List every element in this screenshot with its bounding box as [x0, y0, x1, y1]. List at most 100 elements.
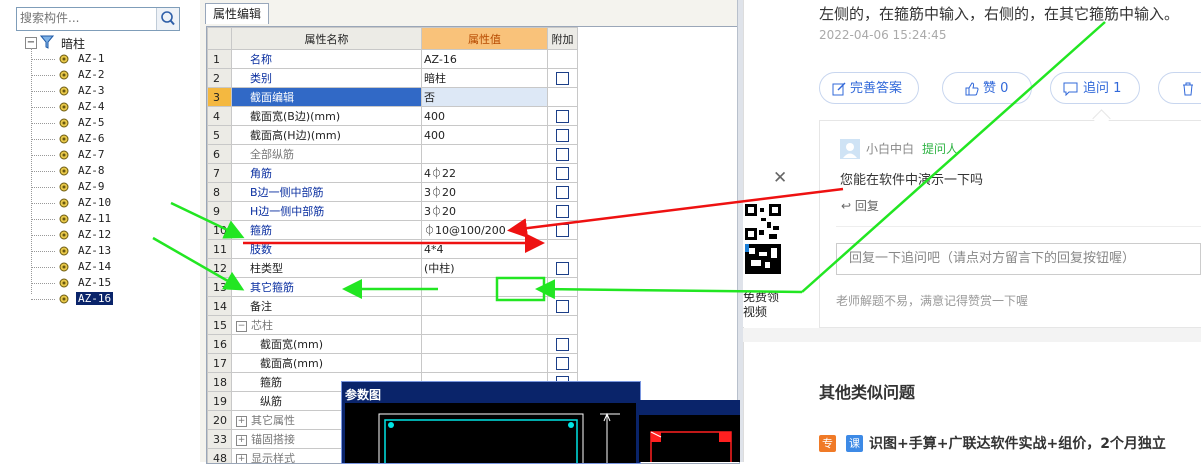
property-value[interactable] [421, 296, 548, 316]
extra-checkbox[interactable] [556, 299, 569, 313]
expand-toggle[interactable]: + [236, 453, 247, 463]
property-row[interactable]: 2 类别 暗柱 [207, 68, 578, 88]
reply-input[interactable]: 回复一下追问吧（请点对方留言下的回复按钮喔） [836, 243, 1201, 275]
search-icon [161, 11, 175, 26]
property-value[interactable]: 400 [421, 125, 548, 145]
property-row[interactable]: 12 柱类型 (中柱) [207, 258, 578, 278]
property-value[interactable]: ⏀10@100/200 [421, 220, 548, 240]
like-button[interactable]: 赞 0 [942, 72, 1032, 104]
property-row[interactable]: 3 截面编辑 否 [207, 87, 578, 107]
tree-item-label: AZ-14 [78, 260, 112, 273]
property-row[interactable]: 5 截面高(H边)(mm) 400 [207, 125, 578, 145]
search-button[interactable] [156, 8, 179, 30]
extra-checkbox[interactable] [556, 166, 569, 180]
tree-item[interactable]: AZ-10 [31, 195, 113, 211]
tree-branch-line [31, 91, 55, 92]
tree-item[interactable]: AZ-15 [31, 275, 113, 291]
search-input[interactable] [17, 8, 161, 28]
extra-checkbox[interactable] [556, 261, 569, 275]
property-name-label: 截面高(mm) [260, 357, 324, 370]
tree-item[interactable]: AZ-2 [31, 67, 107, 83]
tree-item[interactable]: AZ-12 [31, 227, 113, 243]
property-row[interactable]: 1 名称 AZ-16 [207, 49, 578, 69]
extra-checkbox[interactable] [556, 204, 569, 218]
tree-item[interactable]: AZ-11 [31, 211, 113, 227]
component-tree-panel: − 暗柱 AZ-1AZ-2AZ-3AZ-4AZ-5AZ-6AZ-7AZ-8AZ-… [0, 0, 201, 462]
comment-user[interactable]: 小白中白 [866, 140, 914, 157]
tree-item[interactable]: AZ-16 [31, 291, 114, 307]
property-name-label: 芯柱 [251, 319, 273, 332]
row-number: 9 [207, 201, 232, 221]
property-row[interactable]: 10 箍筋 ⏀10@100/200 [207, 220, 578, 240]
property-value[interactable] [421, 353, 548, 373]
extra-checkbox[interactable] [556, 71, 569, 85]
expand-toggle[interactable]: + [236, 415, 247, 427]
property-value[interactable]: (中柱) [421, 258, 548, 278]
tree-item[interactable]: AZ-4 [31, 99, 107, 115]
property-row[interactable]: 17 截面高(mm) [207, 353, 578, 373]
tree-item[interactable]: AZ-7 [31, 147, 107, 163]
followup-button[interactable]: 追问 1 [1050, 72, 1140, 104]
expand-toggle[interactable]: − [236, 320, 247, 332]
improve-answer-button[interactable]: 完善答案 [819, 72, 919, 104]
avatar-icon [843, 143, 857, 158]
tree-item[interactable]: AZ-8 [31, 163, 107, 179]
property-row[interactable]: 4 截面宽(B边)(mm) 400 [207, 106, 578, 126]
property-row[interactable]: 9 H边一侧中部筋 3⏀20 [207, 201, 578, 221]
qr-ad[interactable]: 免费领 视频 [743, 200, 787, 327]
property-value[interactable]: AZ-16 [421, 49, 548, 69]
tree-item[interactable]: AZ-3 [31, 83, 107, 99]
similar-question-link[interactable]: 识图+手算+广联达软件实战+组价，2个月独立 [869, 433, 1201, 453]
property-row[interactable]: 16 截面宽(mm) [207, 334, 578, 354]
property-value[interactable] [421, 277, 548, 297]
dialog-canvas [345, 403, 636, 466]
extra-checkbox[interactable] [556, 128, 569, 142]
tab-property-edit[interactable]: 属性编辑 [205, 3, 269, 24]
extra-checkbox[interactable] [556, 147, 569, 161]
property-value[interactable]: 3⏀20 [421, 182, 548, 202]
property-value[interactable] [421, 144, 548, 164]
tree-item[interactable]: AZ-6 [31, 131, 107, 147]
reply-link[interactable]: ↩ 回复 [841, 197, 879, 214]
extra-checkbox[interactable] [556, 223, 569, 237]
tree-item-label: AZ-16 [76, 292, 114, 305]
property-value[interactable]: 400 [421, 106, 548, 126]
expand-toggle[interactable]: + [236, 434, 247, 446]
property-name-label: 纵筋 [260, 395, 282, 408]
property-row[interactable]: 15− 芯柱 [207, 315, 578, 335]
property-row[interactable]: 7 角筋 4⏀22 [207, 163, 578, 183]
row-number: 10 [207, 220, 232, 240]
extra-checkbox[interactable] [556, 109, 569, 123]
close-icon[interactable]: ✕ [773, 168, 787, 188]
property-row[interactable]: 8 B边一侧中部筋 3⏀20 [207, 182, 578, 202]
second-diagram [639, 400, 740, 466]
delete-button[interactable] [1158, 72, 1201, 104]
property-row[interactable]: 6 全部纵筋 [207, 144, 578, 164]
tree-branch-line [31, 219, 55, 220]
property-value[interactable]: 4*4 [421, 239, 548, 259]
tree-item[interactable]: AZ-5 [31, 115, 107, 131]
tree-root-label[interactable]: 暗柱 [61, 35, 85, 52]
extra-checkbox[interactable] [556, 185, 569, 199]
property-value[interactable] [421, 334, 548, 354]
property-value[interactable]: 4⏀22 [421, 163, 548, 183]
tree-item[interactable]: AZ-9 [31, 179, 107, 195]
badge-special: 专 [819, 435, 836, 452]
tree-item[interactable]: AZ-14 [31, 259, 113, 275]
property-value[interactable] [421, 315, 548, 335]
extra-cell [547, 258, 578, 278]
avatar[interactable] [840, 139, 860, 159]
tree-item[interactable]: AZ-13 [31, 243, 113, 259]
extra-checkbox[interactable] [556, 356, 569, 370]
tree-item[interactable]: AZ-1 [31, 51, 107, 67]
property-value[interactable]: 3⏀20 [421, 201, 548, 221]
property-row[interactable]: 14 备注 [207, 296, 578, 316]
extra-cell [547, 106, 578, 126]
reply-arrow-icon: ↩ [841, 199, 852, 213]
property-value[interactable]: 否 [421, 87, 548, 107]
property-row[interactable]: 13 其它箍筋 [207, 277, 578, 297]
property-row[interactable]: 11 肢数 4*4 [207, 239, 578, 259]
extra-cell [547, 68, 578, 88]
property-value[interactable]: 暗柱 [421, 68, 548, 88]
extra-checkbox[interactable] [556, 337, 569, 351]
